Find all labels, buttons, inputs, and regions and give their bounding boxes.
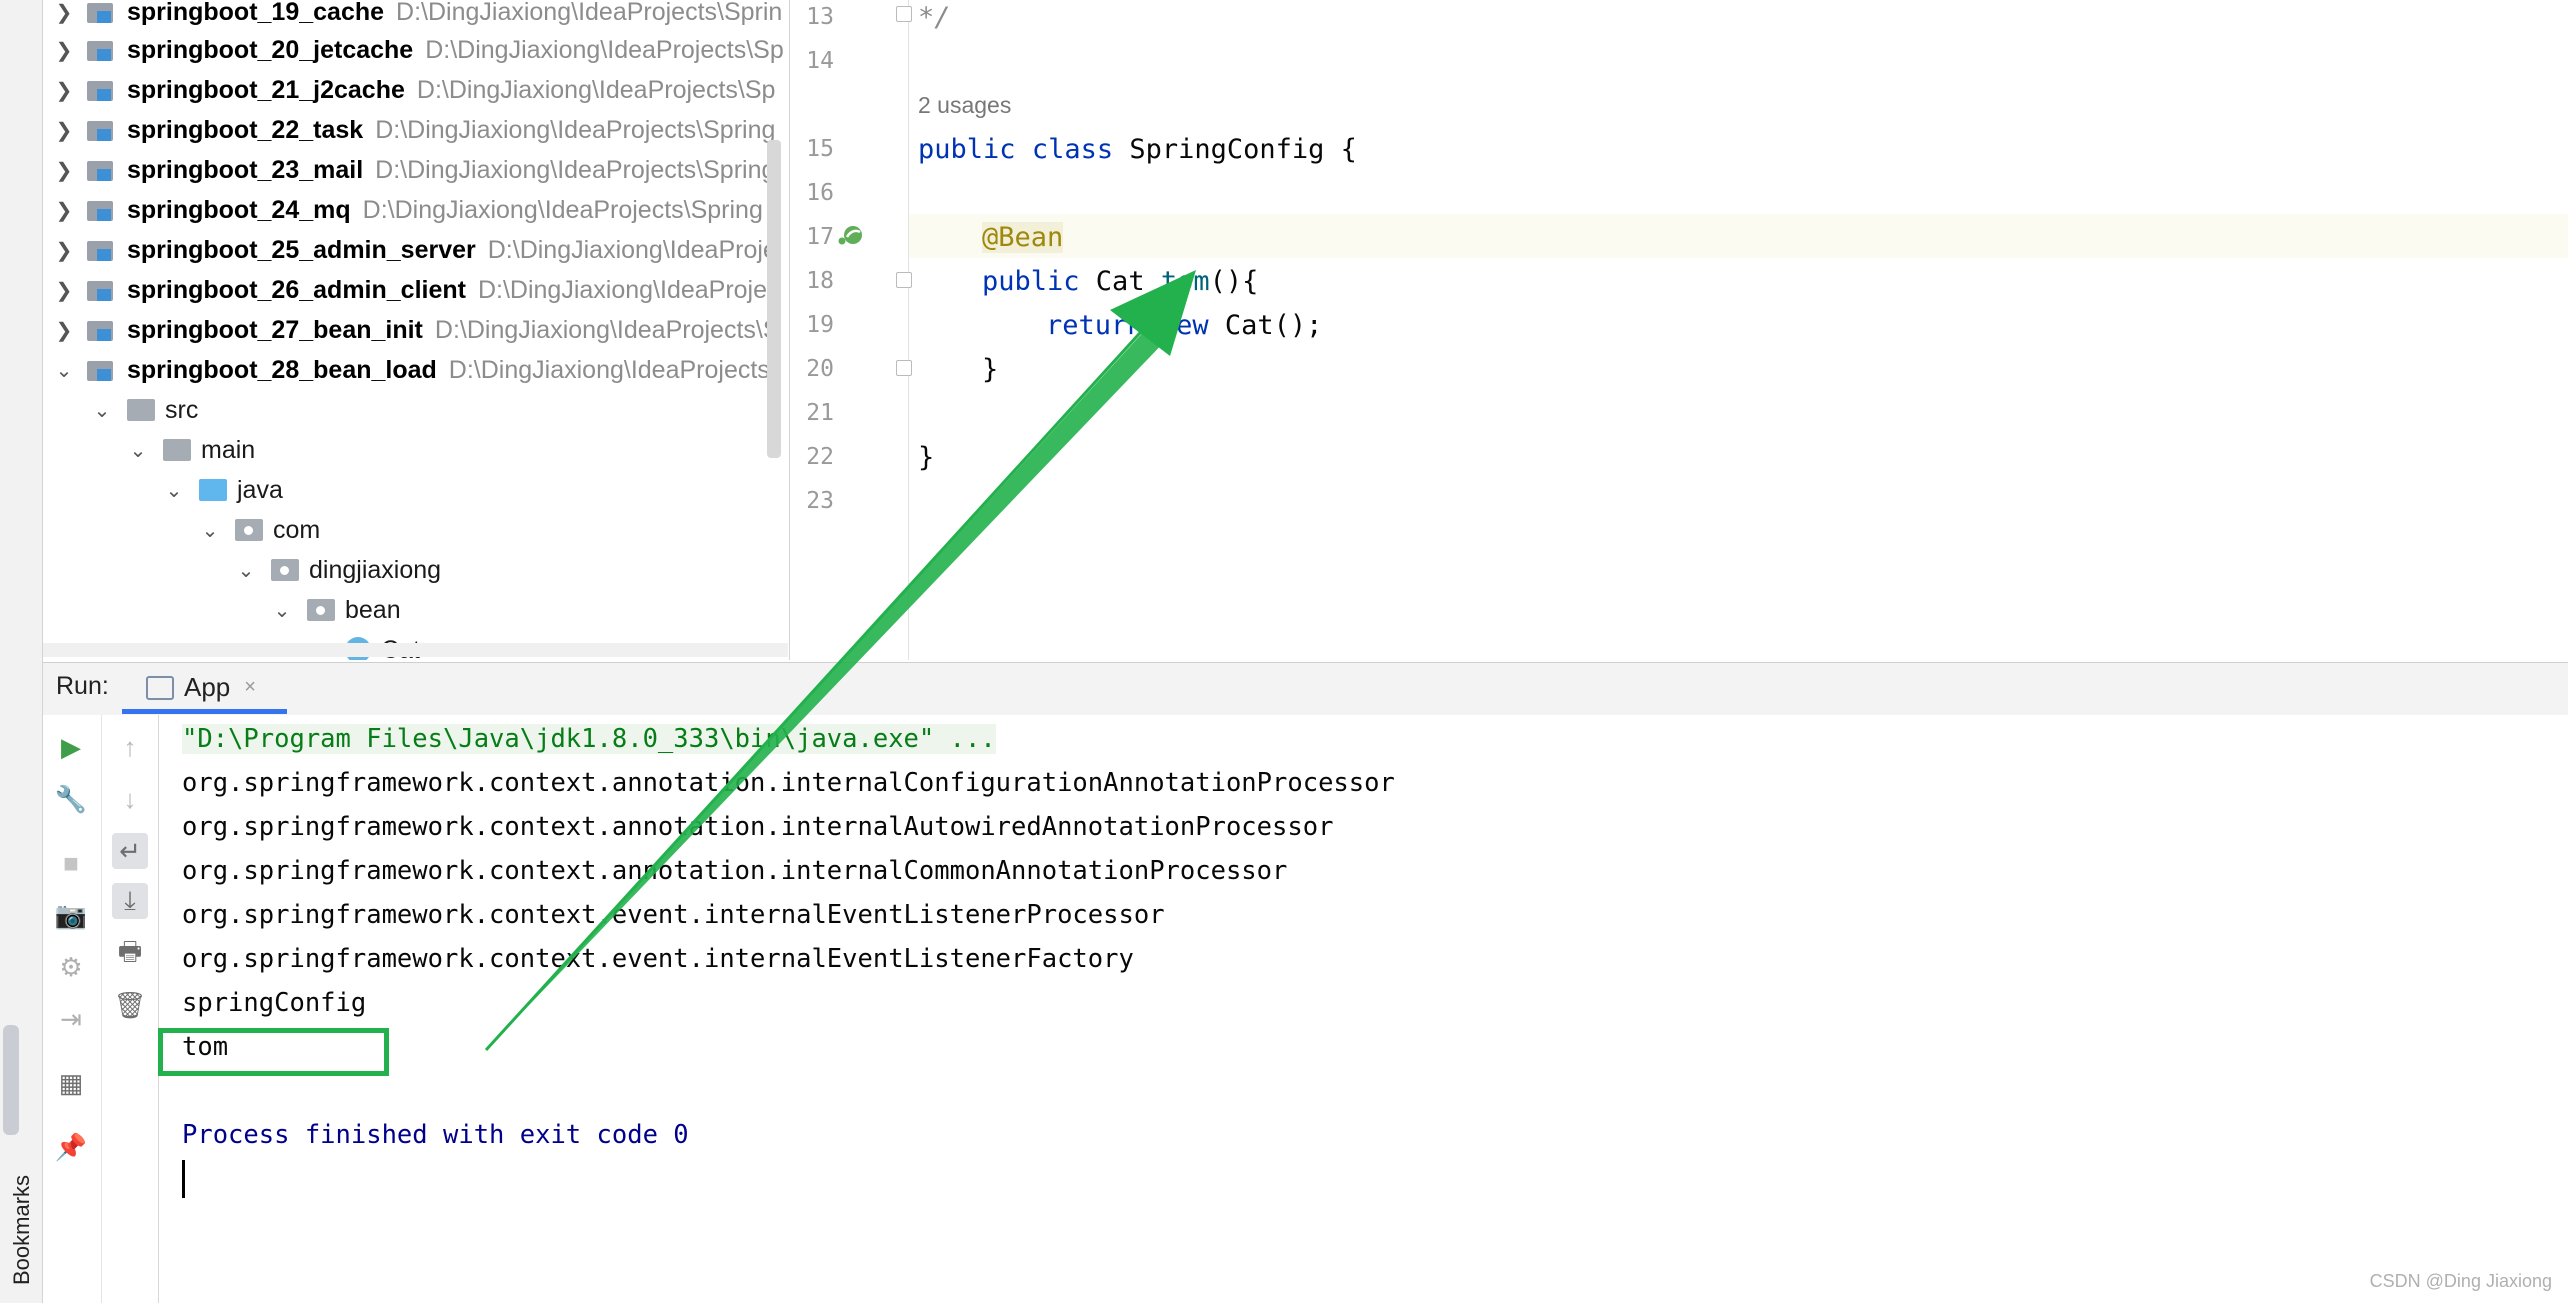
watermark: CSDN @Ding Jiaxiong	[2369, 1271, 2552, 1291]
arrow-annotation	[484, 270, 1196, 1052]
